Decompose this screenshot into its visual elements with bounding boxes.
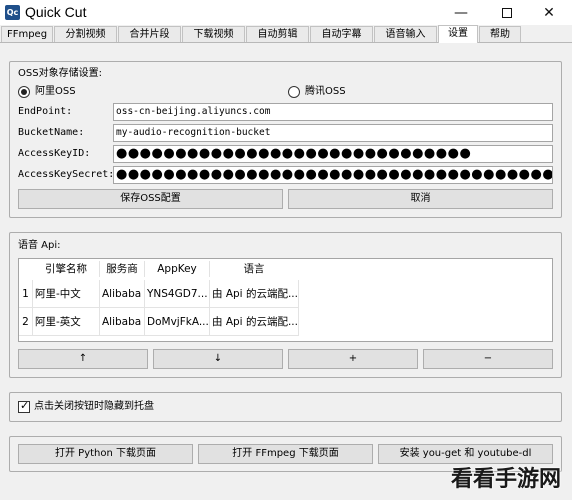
cell-provider[interactable]: Alibaba: [100, 280, 145, 308]
row-number[interactable]: 2: [19, 308, 33, 336]
site-watermark: 看看手游网: [450, 467, 561, 492]
tencent-oss-radio[interactable]: [288, 86, 300, 98]
column-header-engine-name[interactable]: 引擎名称: [33, 259, 99, 279]
close-button[interactable]: ✕: [526, 0, 572, 25]
cell-engine-name[interactable]: 阿里-英文: [33, 308, 100, 336]
open-python-download-button[interactable]: 打开 Python 下载页面: [18, 444, 193, 464]
tencent-oss-label: 腾讯OSS: [305, 86, 346, 97]
app-logo-icon: Qc: [5, 5, 20, 20]
cell-appkey[interactable]: YNS4GD7...: [145, 280, 210, 308]
title-bar: Qc Quick Cut — ✕: [0, 0, 572, 25]
maximize-icon: [502, 7, 512, 18]
column-header-provider[interactable]: 服务商: [100, 259, 144, 279]
aliyun-oss-label: 阿里OSS: [35, 86, 76, 97]
endpoint-field[interactable]: oss-cn-beijing.aliyuncs.com: [113, 103, 553, 121]
cell-language[interactable]: 由 Api 的云端配...: [210, 280, 299, 308]
access-key-secret-field[interactable]: ●●●●●●●●●●●●●●●●●●●●●●●●●●●●●●●●●●●●●●●●…: [113, 166, 553, 184]
tab-auto-subtitle[interactable]: 自动字幕: [310, 26, 373, 42]
minimize-icon: —: [454, 4, 468, 21]
access-key-id-field[interactable]: ●●●●●●●●●●●●●●●●●●●●●●●●●●●●●●: [113, 145, 553, 163]
cell-language[interactable]: 由 Api 的云端配...: [210, 308, 299, 336]
cell-provider[interactable]: Alibaba: [100, 308, 145, 336]
bucket-name-label: BucketName:: [18, 127, 85, 138]
tab-merge-clips[interactable]: 合并片段: [118, 26, 181, 42]
speech-api-group-title: 语音 Api:: [18, 240, 61, 251]
hide-to-tray-checkbox[interactable]: ✓: [18, 399, 30, 413]
tab-auto-edit[interactable]: 自动剪辑: [246, 26, 309, 42]
tab-settings[interactable]: 设置: [438, 25, 478, 43]
open-ffmpeg-download-button[interactable]: 打开 FFmpeg 下载页面: [198, 444, 373, 464]
window-title: Quick Cut: [25, 4, 87, 20]
bucket-name-field[interactable]: my-audio-recognition-bucket: [113, 124, 553, 142]
cell-engine-name[interactable]: 阿里-中文: [33, 280, 100, 308]
remove-api-button[interactable]: −: [423, 349, 553, 369]
cell-appkey[interactable]: DoMvjFkA...: [145, 308, 210, 336]
tab-help[interactable]: 帮助: [479, 26, 521, 42]
close-icon: ✕: [543, 4, 555, 21]
save-oss-config-button[interactable]: 保存OSS配置: [18, 189, 283, 209]
access-key-id-label: AccessKeyID:: [18, 148, 91, 159]
tab-voice-input[interactable]: 语音输入: [374, 26, 437, 42]
install-youget-ytdl-button[interactable]: 安装 you-get 和 youtube-dl: [378, 444, 553, 464]
endpoint-label: EndPoint:: [18, 106, 73, 117]
checkmark-icon: ✓: [20, 399, 30, 412]
move-down-button[interactable]: ↓: [153, 349, 283, 369]
column-header-appkey[interactable]: AppKey: [145, 259, 209, 279]
cancel-button[interactable]: 取消: [288, 189, 553, 209]
maximize-button[interactable]: [484, 0, 530, 25]
move-up-button[interactable]: ↑: [18, 349, 148, 369]
table-corner: [19, 259, 33, 279]
tab-ffmpeg[interactable]: FFmpeg: [1, 26, 53, 42]
tab-split-video[interactable]: 分割视频: [54, 26, 117, 42]
oss-group-title: OSS对象存储设置:: [18, 68, 102, 79]
row-number[interactable]: 1: [19, 280, 33, 308]
tab-download-video[interactable]: 下载视频: [182, 26, 245, 42]
hide-to-tray-label: 点击关闭按钮时隐藏到托盘: [34, 401, 154, 412]
speech-api-table: 引擎名称 服务商 AppKey 语言 1 阿里-中文 Alibaba YNS4G…: [18, 258, 553, 342]
access-key-secret-label: AccessKeySecret:: [18, 169, 115, 180]
minimize-button[interactable]: —: [438, 0, 484, 25]
aliyun-oss-radio[interactable]: [18, 86, 30, 98]
column-header-language[interactable]: 语言: [210, 259, 298, 279]
add-api-button[interactable]: +: [288, 349, 418, 369]
